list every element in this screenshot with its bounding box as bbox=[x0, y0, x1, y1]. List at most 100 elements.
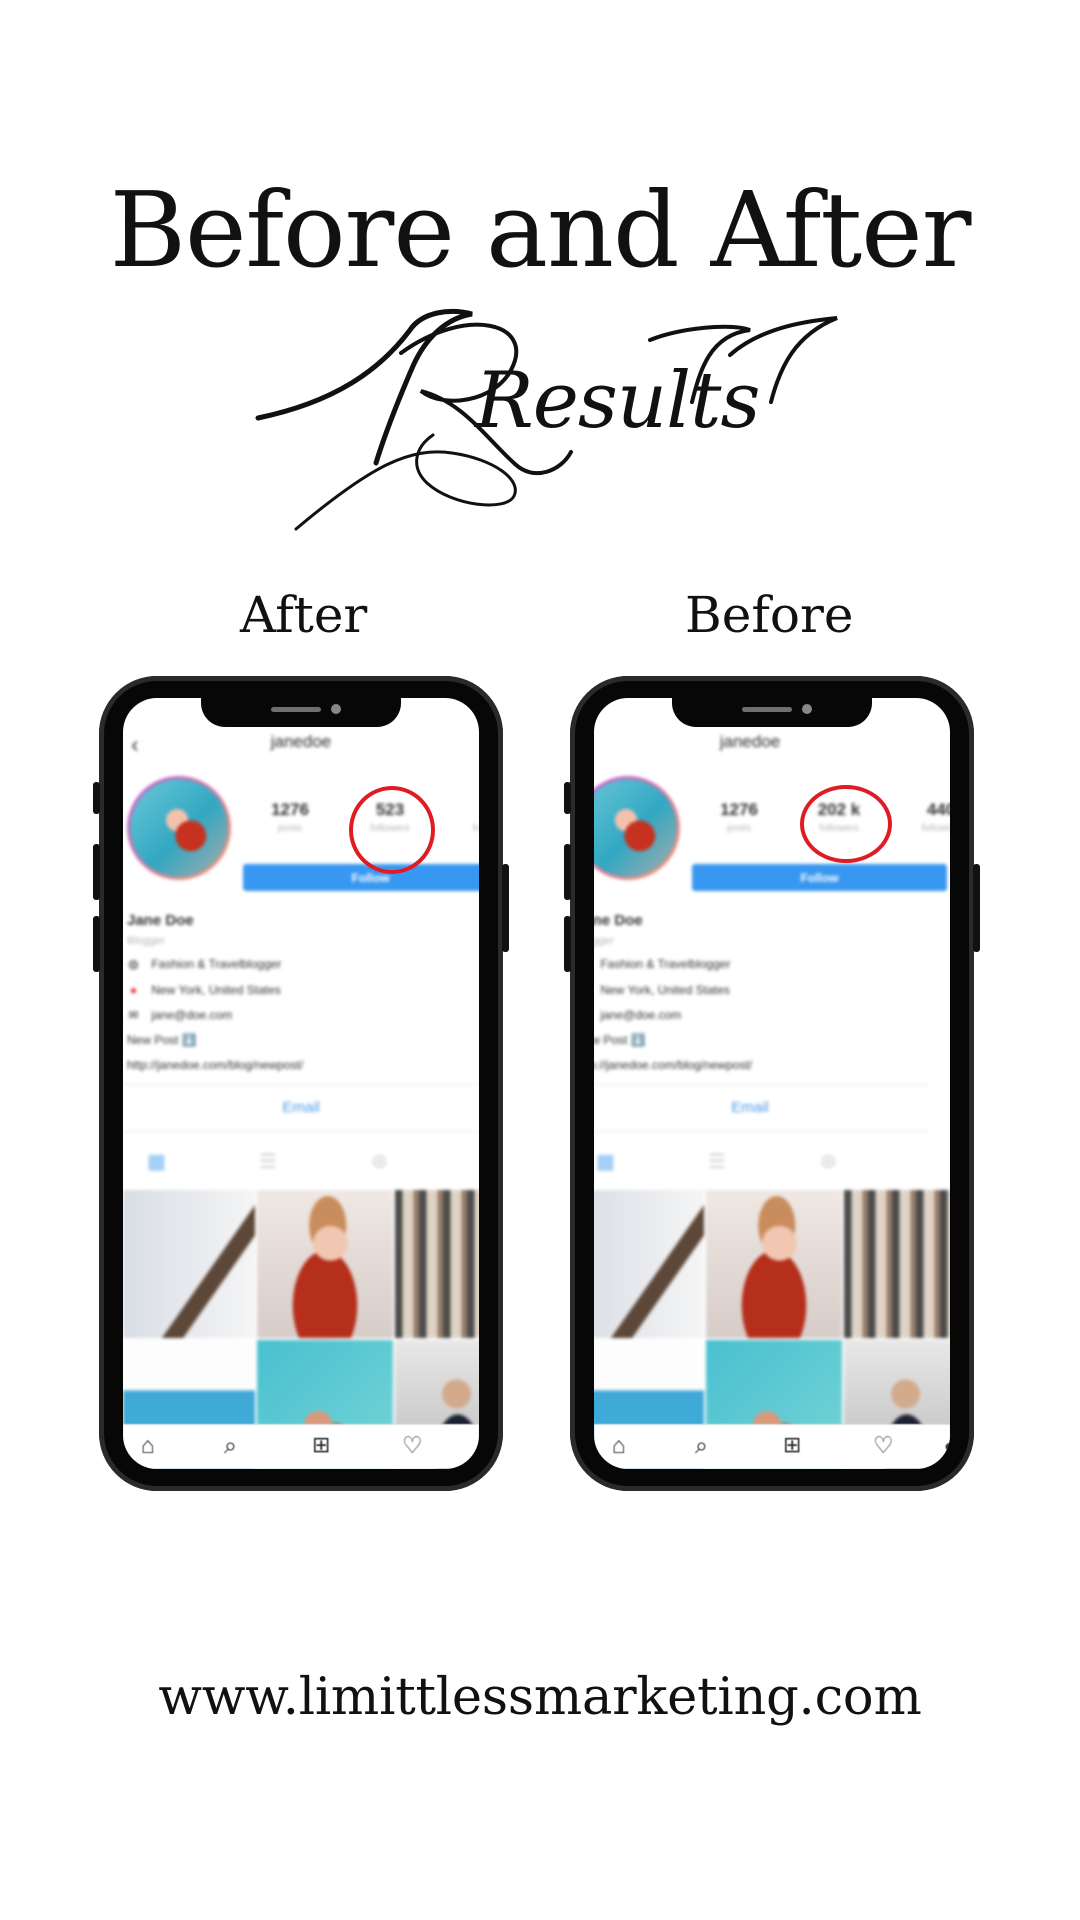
following-stat: 440 following bbox=[906, 800, 950, 834]
phone-side-button bbox=[502, 864, 509, 952]
avatar-image bbox=[130, 779, 228, 877]
heart-icon[interactable]: ♡ bbox=[873, 1432, 894, 1459]
speaker bbox=[271, 707, 321, 712]
list-icon[interactable]: ☰ bbox=[259, 1149, 277, 1174]
bio-line: ◍ Fashion & Travelblogger bbox=[594, 957, 730, 971]
search-icon[interactable]: ⌕ bbox=[695, 1432, 708, 1459]
photo-thumbnail[interactable] bbox=[706, 1190, 842, 1338]
avatar[interactable] bbox=[594, 776, 680, 880]
photo-thumbnail[interactable] bbox=[257, 1190, 393, 1338]
chevron-left-icon[interactable]: ‹ bbox=[131, 731, 139, 758]
camera bbox=[802, 704, 812, 714]
page-title: Before and After bbox=[109, 169, 972, 291]
bio-line-text: New York, United States bbox=[151, 983, 281, 997]
grid-icon[interactable]: ▦ bbox=[147, 1149, 166, 1174]
tagged-icon[interactable]: ⊛ bbox=[371, 1149, 388, 1174]
bio-link-text[interactable]: http://janedoe.com/blog/newpost/ bbox=[594, 1058, 752, 1072]
heart-icon[interactable]: ♡ bbox=[402, 1432, 423, 1459]
home-icon[interactable]: ⌂ bbox=[612, 1432, 626, 1459]
bio-line-text: Fashion & Travelblogger bbox=[600, 957, 731, 971]
bio-line: New Post ⬇️ bbox=[127, 1033, 197, 1047]
phone-side-button bbox=[564, 782, 571, 814]
bio-line: New Post ⬇️ bbox=[594, 1033, 646, 1047]
following-count: 440 bbox=[926, 800, 950, 819]
followers-highlight-circle bbox=[349, 786, 435, 874]
photo-thumbnail[interactable] bbox=[594, 1190, 704, 1338]
globe-icon: ◍ bbox=[128, 957, 139, 971]
phone-screen: ‹ janedoe 1276 posts 523 followers 44 fo… bbox=[123, 698, 479, 1469]
bio-line: ◍ Fashion & Travelblogger bbox=[127, 957, 281, 971]
mail-icon: ✉ bbox=[128, 1008, 139, 1022]
before-phone: janedoe 1276 posts 202 k followers 440 f… bbox=[564, 676, 980, 1491]
profile-icon[interactable]: ● bbox=[944, 1436, 950, 1457]
bio-name: Jane Doe bbox=[594, 912, 643, 929]
bio-link-text[interactable]: http://janedoe.com/blog/newpost/ bbox=[127, 1058, 303, 1072]
following-label: following bbox=[921, 823, 950, 834]
bottom-navigation: ⌂ ⌕ ⊞ ♡ ● bbox=[594, 1424, 950, 1469]
profile-tabs: ▦ ☰ ⊛ bbox=[594, 1136, 928, 1188]
profile-username: janedoe bbox=[719, 732, 781, 751]
bio-line: ✉ jane@doe.com bbox=[127, 1008, 232, 1022]
bio-line-text: Fashion & Travelblogger bbox=[151, 957, 282, 971]
bio-line-text: New Post ⬇️ bbox=[127, 1033, 197, 1047]
bio-link[interactable]: http://janedoe.com/blog/newpost/ bbox=[594, 1058, 752, 1072]
speaker bbox=[742, 707, 792, 712]
search-icon[interactable]: ⌕ bbox=[224, 1432, 237, 1459]
posts-stat: 1276 posts bbox=[704, 800, 774, 834]
bio-link[interactable]: http://janedoe.com/blog/newpost/ bbox=[127, 1058, 303, 1072]
after-phone: ‹ janedoe 1276 posts 523 followers 44 fo… bbox=[93, 676, 509, 1491]
posts-label: posts bbox=[727, 823, 751, 834]
phone-side-button bbox=[93, 844, 100, 900]
tagged-icon[interactable]: ⊛ bbox=[820, 1149, 837, 1174]
photo-thumbnail[interactable] bbox=[123, 1190, 255, 1338]
script-title-text: Results bbox=[473, 356, 759, 446]
profile-username: janedoe bbox=[270, 732, 332, 751]
bio-line: ● New York, United States bbox=[594, 983, 730, 997]
phone-side-button bbox=[93, 916, 100, 972]
script-title-svg: Results bbox=[255, 308, 838, 531]
email-button[interactable]: Email bbox=[594, 1084, 928, 1132]
add-icon[interactable]: ⊞ bbox=[312, 1432, 330, 1458]
followers-highlight-circle bbox=[800, 785, 892, 863]
posts-label: posts bbox=[278, 823, 302, 834]
following-label: following bbox=[472, 823, 479, 834]
bottom-navigation: ⌂ ⌕ ⊞ ♡ bbox=[123, 1424, 479, 1469]
location-pin-icon: ● bbox=[129, 983, 138, 997]
following-count: 44 bbox=[457, 800, 479, 820]
add-icon[interactable]: ⊞ bbox=[783, 1432, 801, 1458]
list-icon[interactable]: ☰ bbox=[708, 1149, 726, 1174]
email-button[interactable]: Email bbox=[123, 1084, 479, 1132]
bio-line-text: jane@doe.com bbox=[600, 1008, 682, 1022]
bio-line: ✉ jane@doe.com bbox=[594, 1008, 681, 1022]
profile-tabs: ▦ ☰ ⊛ bbox=[123, 1136, 479, 1188]
after-label: After bbox=[240, 586, 368, 644]
follow-button[interactable]: Follow bbox=[243, 864, 479, 891]
grid-icon[interactable]: ▦ bbox=[596, 1149, 615, 1174]
bio-line: ● New York, United States bbox=[127, 983, 281, 997]
following-stat: 44 following bbox=[457, 800, 479, 834]
posts-count: 1276 bbox=[720, 800, 758, 819]
bio-name: Jane Doe bbox=[127, 912, 194, 929]
phone-side-button bbox=[564, 844, 571, 900]
phone-notch bbox=[672, 698, 872, 727]
posts-stat: 1276 posts bbox=[255, 800, 325, 834]
photo-thumbnail[interactable] bbox=[395, 1190, 479, 1338]
phone-screen: janedoe 1276 posts 202 k followers 440 f… bbox=[594, 698, 950, 1469]
posts-count: 1276 bbox=[271, 800, 309, 819]
phone-side-button bbox=[93, 782, 100, 814]
phone-notch bbox=[201, 698, 401, 727]
before-label: Before bbox=[685, 586, 854, 644]
photo-thumbnail[interactable] bbox=[844, 1190, 950, 1338]
website-url: www.limittlessmarketing.com bbox=[158, 1668, 922, 1727]
script-title: Results bbox=[230, 290, 850, 550]
camera bbox=[331, 704, 341, 714]
bio-line-text: New York, United States bbox=[600, 983, 730, 997]
avatar-image bbox=[594, 779, 677, 877]
follow-button[interactable]: Follow bbox=[692, 864, 947, 891]
phone-side-button bbox=[564, 916, 571, 972]
avatar[interactable] bbox=[127, 776, 231, 880]
home-icon[interactable]: ⌂ bbox=[141, 1432, 155, 1459]
bio-line-text: New Post ⬇️ bbox=[594, 1033, 646, 1047]
bio-category: Blogger bbox=[127, 935, 165, 947]
phone-side-button bbox=[973, 864, 980, 952]
